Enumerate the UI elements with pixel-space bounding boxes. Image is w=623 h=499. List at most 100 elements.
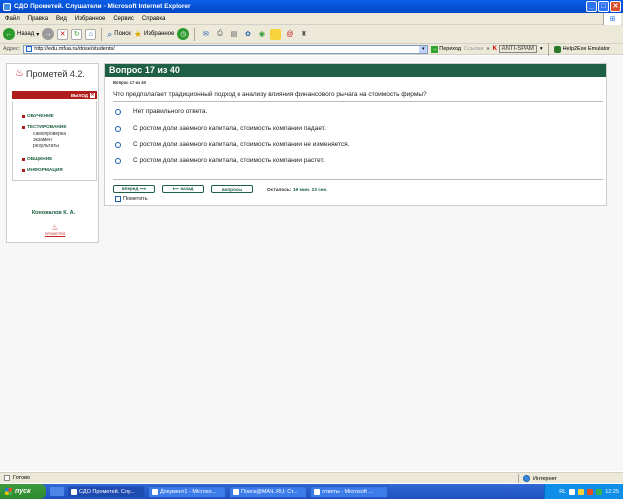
nav-testing[interactable]: ТЕСТИРОВАНИЕ <box>22 125 67 130</box>
question-header: Вопрос 17 из 40 <box>105 64 606 77</box>
quick-launch[interactable] <box>50 487 64 496</box>
answer-option[interactable]: С ростом доли заемного капитала, стоимос… <box>115 157 325 164</box>
nav-learning[interactable]: ОБУЧЕНИЕ <box>22 114 54 119</box>
help2exe-button[interactable]: Help2Exe Emulator <box>553 45 610 53</box>
page-content: ♨ Прометей 4.2. ВЫХОД ✕ ОБУЧЕНИЕ ТЕСТИРО… <box>0 56 623 471</box>
menu-file[interactable]: Файл <box>5 16 20 22</box>
answer-label: С ростом доли заемного капитала, стоимос… <box>133 157 325 164</box>
menu-edit[interactable]: Правка <box>28 16 48 22</box>
windows-logo-icon: ⊞ <box>603 13 621 25</box>
discuss-icon[interactable]: ◉ <box>256 29 267 40</box>
radio-button[interactable] <box>115 108 121 115</box>
edit-icon[interactable]: ▤ <box>228 29 239 40</box>
go-label: Переход <box>439 46 462 52</box>
home-icon[interactable]: ⌂ <box>85 28 97 40</box>
nav-label: ОБУЧЕНИЕ <box>27 114 54 119</box>
address-input[interactable]: http://edu.mfua.ru/dose/students/ ▾ <box>23 44 429 54</box>
clock: 12:25 <box>605 488 619 495</box>
menu-tools[interactable]: Сервис <box>113 16 134 22</box>
flame-icon: ♨ <box>15 68 24 79</box>
menubar: Файл Правка Вид Избранное Сервис Справка… <box>0 13 623 25</box>
history-icon[interactable]: ◷ <box>177 28 190 40</box>
radio-button[interactable] <box>115 157 121 164</box>
research-icon[interactable]: ♜ <box>298 29 309 40</box>
questions-button[interactable]: вопросы <box>211 185 253 193</box>
nav-results[interactable]: результаты <box>33 143 59 149</box>
close-button[interactable]: ✕ <box>610 1 621 12</box>
bullet-icon <box>22 115 25 118</box>
mail-icon[interactable]: ✉ <box>200 29 211 40</box>
forward-button[interactable]: → <box>42 28 55 40</box>
sidebar: ♨ Прометей 4.2. ВЫХОД ✕ ОБУЧЕНИЕ ТЕСТИРО… <box>6 63 99 243</box>
time-prefix: Осталось: <box>267 188 292 193</box>
address-label: Адрес: <box>3 46 21 52</box>
language-indicator[interactable]: RL <box>559 489 566 495</box>
radio-button[interactable] <box>115 141 121 148</box>
answer-option[interactable]: С ростом доли заемного капитала, стоимос… <box>115 141 349 148</box>
back-label: Назад <box>17 31 35 37</box>
tray-icon[interactable] <box>569 488 576 495</box>
go-button[interactable]: → Переход <box>431 45 462 53</box>
small-prometei-logo[interactable]: ♨ ПРОМЕТЕЙ <box>40 224 70 237</box>
tray-icon[interactable] <box>587 488 594 495</box>
help2exe-label: Help2Exe Emulator <box>562 46 610 52</box>
links-button[interactable]: Ссылки <box>464 46 483 52</box>
maximize-button[interactable]: □ <box>598 1 609 12</box>
mark-label: Пометить <box>123 196 148 202</box>
folder-icon[interactable] <box>270 28 282 40</box>
nav-information[interactable]: ИНФОРМАЦИЯ <box>22 168 63 173</box>
toolbar-divider <box>194 27 196 41</box>
bullet-icon <box>22 126 25 129</box>
menu-favorites[interactable]: Избранное <box>75 16 105 22</box>
menu-view[interactable]: Вид <box>56 16 67 22</box>
nav-communication[interactable]: ОБЩЕНИЕ <box>22 157 52 162</box>
answer-label: С ростом доли заемного капитала, стоимос… <box>133 125 326 132</box>
menu-help[interactable]: Справка <box>142 16 166 22</box>
answer-option[interactable]: С ростом доли заемного капитала, стоимос… <box>115 125 326 132</box>
mark-question[interactable]: Пометить <box>115 196 148 202</box>
page-icon <box>26 46 33 52</box>
radio-button[interactable] <box>115 125 121 132</box>
at-icon[interactable]: @ <box>284 29 295 40</box>
tray-icon[interactable] <box>578 488 585 495</box>
page-done-icon <box>4 475 10 481</box>
tray-icon[interactable] <box>596 488 603 495</box>
toolbar-divider <box>547 42 549 56</box>
star-icon: ★ <box>133 28 142 39</box>
ie-icon <box>3 2 11 11</box>
stop-icon[interactable]: ✕ <box>57 28 69 40</box>
address-bar: Адрес: http://edu.mfua.ru/dose/students/… <box>0 42 623 56</box>
task-label: Поиск@MAIL.RU: Ст... <box>241 488 298 495</box>
task-word-answers[interactable]: ответы - Microsoft ... <box>310 485 388 498</box>
task-ie-mailru[interactable]: Поиск@MAIL.RU: Ст... <box>229 485 307 498</box>
chevron-down-icon[interactable]: ▾ <box>540 46 543 52</box>
start-button[interactable]: пуск <box>0 484 46 499</box>
exit-button[interactable]: ВЫХОД ✕ <box>12 91 97 99</box>
refresh-icon[interactable]: ↻ <box>71 28 83 40</box>
messenger-icon[interactable]: ✿ <box>242 29 253 40</box>
window-titlebar: СДО Прометей. Слушатели - Microsoft Inte… <box>0 0 623 13</box>
search-icon: ⌕ <box>107 28 113 39</box>
help2exe-icon <box>553 45 561 53</box>
double-chevron-icon[interactable]: » <box>487 46 490 52</box>
task-word-document[interactable]: Документ1 - Microso... <box>148 485 226 498</box>
kaspersky-antispam-button[interactable]: K ANTI-SPAM <box>493 45 537 53</box>
back-button[interactable]: ⟵ назад <box>162 185 204 193</box>
question-counter: Вопрос 17 из 40 <box>113 80 146 85</box>
search-button[interactable]: ⌕ Поиск <box>107 29 131 40</box>
favorites-button[interactable]: ★ Избранное <box>134 29 175 40</box>
system-tray: RL 12:25 <box>544 484 623 499</box>
mark-checkbox[interactable] <box>115 196 121 202</box>
forward-button[interactable]: вперед ⟶ <box>113 185 155 193</box>
back-button[interactable]: ← Назад ▾ <box>3 28 39 40</box>
kaspersky-box-label: ANTI-SPAM <box>498 45 537 53</box>
print-icon[interactable]: ⎙ <box>214 29 225 40</box>
bullet-icon <box>22 158 25 161</box>
divider <box>113 101 603 102</box>
minimize-button[interactable]: _ <box>586 1 597 12</box>
answer-option[interactable]: Нет правильного ответа. <box>115 108 207 115</box>
window-controls: _ □ ✕ <box>586 1 621 12</box>
chevron-down-icon[interactable]: ▾ <box>419 45 428 53</box>
task-ie-prometei[interactable]: СДО Прометей. Слу... <box>67 485 145 498</box>
task-label: СДО Прометей. Слу... <box>79 488 135 495</box>
